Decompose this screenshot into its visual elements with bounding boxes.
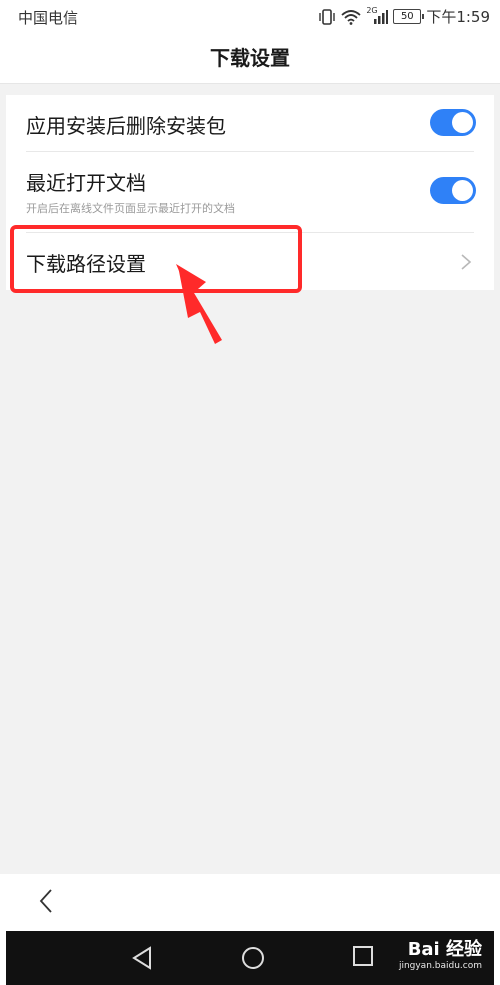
setting-recent-docs-subtitle: 开启后在离线文件页面显示最近打开的文档 xyxy=(26,202,235,215)
signal-icon: 2G xyxy=(366,6,389,25)
chevron-right-icon xyxy=(461,254,472,270)
delete-package-toggle[interactable] xyxy=(430,109,476,136)
carrier-label: 中国电信 xyxy=(18,9,79,27)
nav-recents-icon[interactable] xyxy=(352,945,374,967)
setting-delete-package-row[interactable]: 应用安装后删除安装包 xyxy=(6,95,494,151)
wifi-icon xyxy=(341,9,361,25)
back-arrow-icon[interactable] xyxy=(38,887,54,915)
setting-delete-package-label: 应用安装后删除安装包 xyxy=(26,114,226,138)
watermark-url: jingyan.baidu.com xyxy=(398,961,482,971)
nav-home-icon[interactable] xyxy=(240,945,266,971)
bottom-bar xyxy=(6,875,494,931)
clock: 下午1:59 xyxy=(426,8,490,26)
toggle-knob xyxy=(452,180,473,201)
page-title: 下载设置 xyxy=(0,33,500,84)
recent-docs-toggle[interactable] xyxy=(430,177,476,204)
vibrate-icon xyxy=(319,8,336,25)
watermark: Bai 经验 jingyan.baidu.com xyxy=(399,935,482,971)
setting-recent-docs-label: 最近打开文档 xyxy=(26,171,146,195)
system-nav-bar: Bai 经验 jingyan.baidu.com xyxy=(6,931,494,985)
status-bar: 中国电信 2G 50 下午1:59 xyxy=(0,0,500,33)
nav-back-icon[interactable] xyxy=(130,945,154,971)
toggle-knob xyxy=(452,112,473,133)
watermark-brand: Bai 经验 xyxy=(407,939,482,960)
highlight-box xyxy=(10,225,302,293)
battery-icon: 50 xyxy=(393,9,425,24)
setting-recent-docs-row[interactable]: 最近打开文档 开启后在离线文件页面显示最近打开的文档 xyxy=(6,152,494,232)
status-icons: 2G 50 下午1:59 xyxy=(318,6,490,27)
